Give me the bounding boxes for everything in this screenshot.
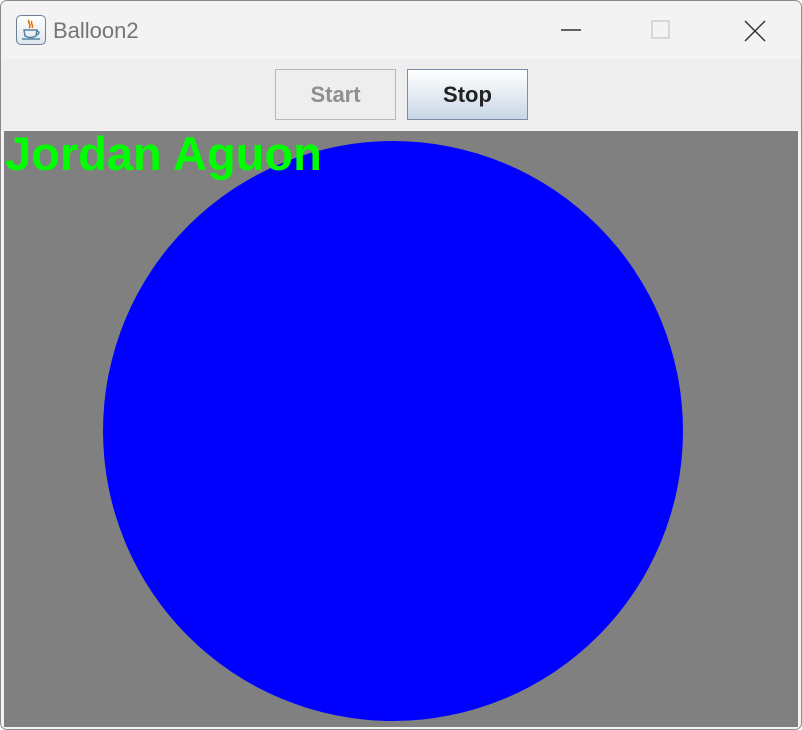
maximize-icon [651,20,670,39]
window-title: Balloon2 [53,18,139,43]
drawing-canvas: Jordan Aguon [4,131,798,727]
button-bar: Start Stop [1,59,801,130]
minimize-icon [561,29,581,31]
start-button[interactable]: Start [275,69,396,120]
close-button[interactable] [708,1,800,59]
stop-button[interactable]: Stop [407,69,528,120]
name-label: Jordan Aguon [5,131,322,180]
app-window: Balloon2 Start Stop Jordan Aguon [0,0,802,730]
java-cup-icon [16,15,46,45]
maximize-button[interactable] [615,1,707,59]
title-bar[interactable]: Balloon2 [1,1,801,59]
minimize-button[interactable] [525,1,617,59]
close-icon [744,20,766,42]
balloon [103,141,683,721]
